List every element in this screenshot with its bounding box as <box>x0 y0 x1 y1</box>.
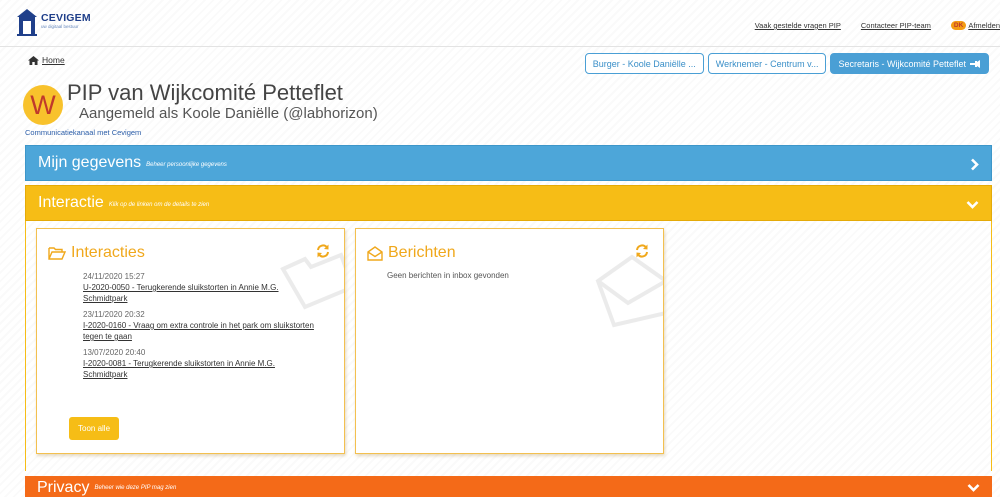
folder-open-icon <box>48 246 66 260</box>
panel-interactie[interactable]: Interactie Klik op de linken om de detai… <box>25 185 992 221</box>
panel-title: Interactie <box>38 194 104 211</box>
interacties-list: 24/11/2020 15:27 U-2020-0050 - Terugkere… <box>83 271 344 385</box>
panel-privacy[interactable]: Privacy Beheer wie deze PIP mag zien <box>25 476 992 497</box>
item-date: 23/11/2020 20:32 <box>83 310 145 319</box>
breadcrumb: Home <box>28 55 65 65</box>
logout-link[interactable]: DK Afmelden <box>950 21 1000 30</box>
list-item: 24/11/2020 15:27 U-2020-0050 - Terugkere… <box>83 271 344 304</box>
berichten-card: Berichten Geen berichten in inbox gevond… <box>355 228 664 454</box>
item-link-cont[interactable]: Schmidtpark <box>83 293 344 304</box>
user-initials-badge: DK <box>950 21 967 30</box>
item-link-cont[interactable]: Schmidtpark <box>83 369 344 380</box>
home-icon <box>28 55 39 65</box>
berichten-title: Berichten <box>388 244 456 261</box>
tab-werknemer[interactable]: Werknemer - Centrum v... <box>707 53 827 74</box>
show-all-button[interactable]: Toon alle <box>69 417 120 440</box>
tab-secretaris-label: Secretaris - Wijkcomité Petteflet <box>838 58 966 69</box>
contact-link[interactable]: Contacteer PIP-team <box>861 21 931 30</box>
berichten-empty-message: Geen berichten in inbox gevonden <box>387 271 509 280</box>
list-item: 23/11/2020 20:32 I-2020-0160 - Vraag om … <box>83 309 344 342</box>
list-item: 13/07/2020 20:40 I-2020-0081 - Terugkere… <box>83 347 344 380</box>
interacties-card: Interacties 24/11/2020 15:27 U-2020-0050… <box>36 228 345 454</box>
panel-title: Privacy <box>37 479 90 496</box>
panel-subtitle: Beheer wie deze PIP mag zien <box>94 485 177 491</box>
faq-link[interactable]: Vaak gestelde vragen PIP <box>755 21 841 30</box>
refresh-icon[interactable] <box>316 244 330 258</box>
communication-channel-link[interactable]: Communicatiekanaal met Cevigem <box>25 128 141 137</box>
pip-avatar: W <box>23 85 63 125</box>
panel-mijn-gegevens[interactable]: Mijn gegevens Beheer persoonlijke gegeve… <box>25 145 992 181</box>
logo-tagline: uw digitaal bestuur <box>41 24 79 29</box>
envelope-watermark-icon <box>595 254 663 328</box>
chevron-down-icon <box>966 186 979 222</box>
item-link[interactable]: I-2020-0160 - Vraag om extra controle in… <box>83 320 344 331</box>
chevron-right-icon <box>970 146 979 182</box>
interacties-heading: Interacties <box>48 244 145 262</box>
refresh-icon[interactable] <box>635 244 649 258</box>
panel-subtitle: Beheer persoonlijke gegevens <box>146 162 227 168</box>
panel-title: Mijn gegevens <box>38 154 142 171</box>
page-title: PIP van Wijkcomité Petteflet <box>67 80 343 105</box>
panel-subtitle: Klik op de linken om de details te zien <box>108 202 210 208</box>
home-link[interactable]: Home <box>42 55 65 65</box>
envelope-open-icon <box>367 245 383 261</box>
item-date: 13/07/2020 20:40 <box>83 348 146 357</box>
item-link-cont[interactable]: tegen te gaan <box>83 331 344 342</box>
logout-label[interactable]: Afmelden <box>968 21 1000 30</box>
top-links: Vaak gestelde vragen PIP Contacteer PIP-… <box>755 21 1000 30</box>
header-divider <box>0 46 1000 47</box>
item-link[interactable]: U-2020-0050 - Terugkerende sluikstorten … <box>83 282 344 293</box>
role-tabs: Burger - Koole Daniëlle ... Werknemer - … <box>581 53 989 74</box>
logged-in-as: Aangemeld als Koole Daniëlle (@labhorizo… <box>79 105 378 122</box>
tab-burger[interactable]: Burger - Koole Daniëlle ... <box>584 53 704 74</box>
pin-icon <box>970 59 980 68</box>
chevron-down-icon <box>967 469 980 497</box>
tab-secretaris[interactable]: Secretaris - Wijkcomité Petteflet <box>830 53 989 74</box>
pip-app: CEVIGEM uw digitaal bestuur Vaak gesteld… <box>0 0 1000 497</box>
interacties-title: Interacties <box>71 244 145 261</box>
logo-name: CEVIGEM <box>41 12 91 24</box>
berichten-heading: Berichten <box>367 244 456 262</box>
cevigem-logo[interactable]: CEVIGEM uw digitaal bestuur <box>16 8 91 36</box>
item-date: 24/11/2020 15:27 <box>83 272 145 281</box>
logo-house-icon <box>17 9 37 36</box>
item-link[interactable]: I-2020-0081 - Terugkerende sluikstorten … <box>83 358 344 369</box>
top-header: CEVIGEM uw digitaal bestuur Vaak gesteld… <box>0 6 1000 46</box>
